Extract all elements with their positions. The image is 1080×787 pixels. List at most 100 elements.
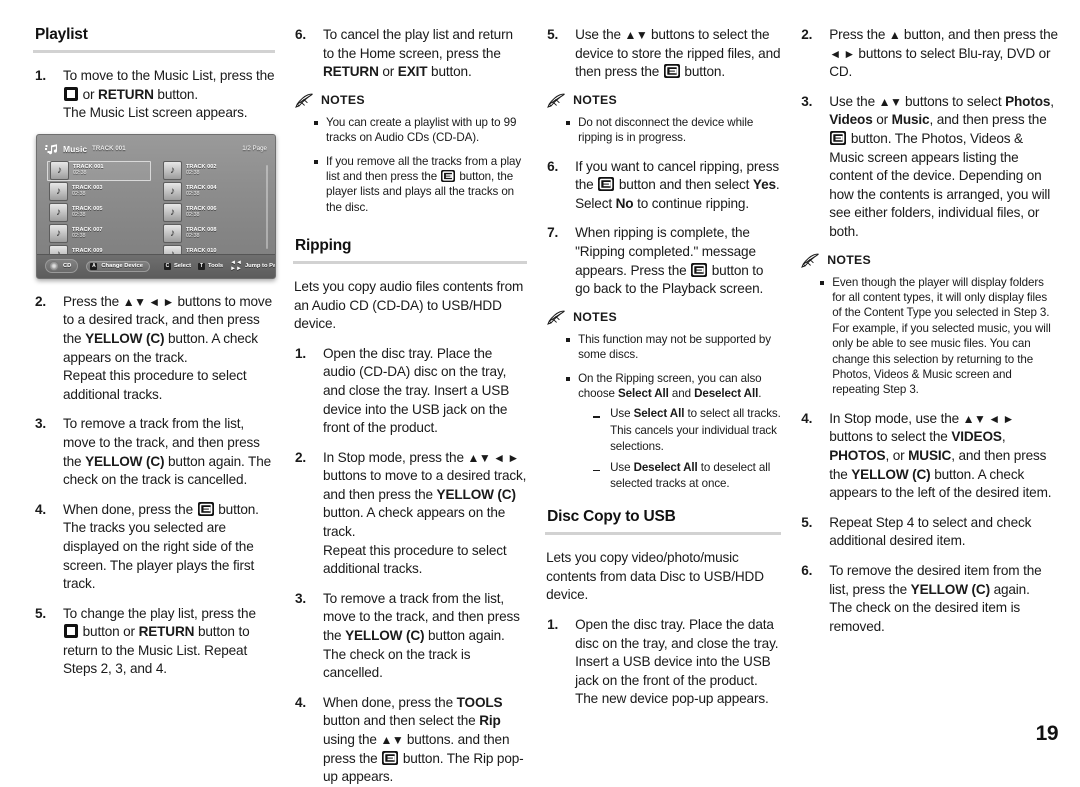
track-row[interactable]: ♪ TRACK 004 02:38	[161, 182, 265, 202]
note-text: and	[668, 386, 695, 400]
step-text: again.	[989, 581, 1030, 597]
notes-list: Do not disconnect the device while rippi…	[547, 115, 781, 146]
tools-label: Tools	[208, 263, 224, 270]
updown-arrows-icon: ▲▼	[878, 94, 902, 109]
stop-button-icon	[64, 86, 78, 101]
ripping-steps: 1. Open the disc tray. Place the audio (…	[293, 345, 527, 787]
bold-term: Select All	[618, 386, 669, 400]
page-columns: Playlist 1. To move to the Music List, p…	[0, 0, 1080, 784]
note-item: Do not disconnect the device while rippi…	[565, 115, 781, 146]
bold-term: YELLOW (C)	[851, 466, 931, 482]
screen-footer-bar: CD A Change Device C Select T Tools ◄◄ ►…	[37, 253, 276, 278]
track-row[interactable]: ♪ TRACK 005 02:38	[47, 203, 151, 223]
step-number: 4.	[295, 694, 307, 710]
step-item: 3. To remove a track from the list, move…	[33, 415, 275, 489]
bold-term: Yes	[752, 177, 776, 193]
bold-term: YELLOW (C)	[436, 486, 516, 502]
step-number: 3.	[295, 590, 307, 606]
dpad-arrows-icon: ▲▼ ◄ ►	[467, 450, 520, 465]
track-time: 02:38	[72, 233, 86, 240]
scrollbar[interactable]	[266, 164, 268, 249]
track-meta: TRACK 008 02:38	[186, 227, 216, 241]
step-item: 5. Use the ▲▼ buttons to select the devi…	[545, 26, 781, 82]
step-item: 1. Open the disc tray. Place the data di…	[545, 616, 781, 709]
step-text: The check on the desired item is removed…	[829, 600, 1021, 634]
step-text: Press the	[63, 293, 123, 309]
step-text: Use the	[575, 27, 625, 42]
track-meta: TRACK 003 02:38	[72, 185, 102, 199]
step-text: or	[79, 86, 99, 102]
jump-label: Jump to Page	[244, 263, 276, 270]
change-device-pill[interactable]: A Change Device	[86, 260, 150, 272]
screen-page-indicator: 1/2 Page	[242, 145, 267, 153]
source-pill[interactable]: CD	[45, 259, 79, 274]
step-text: , or	[885, 447, 909, 463]
leftright-arrows-icon: ◄ ►	[829, 46, 855, 61]
enter-button-icon	[441, 170, 456, 182]
step-text: button and then select the	[323, 713, 480, 729]
disc-copy-steps-cont: 2. Press the ▲ button, and then press th…	[799, 26, 1058, 242]
note-text: Use	[610, 460, 634, 474]
step-number: 2.	[35, 293, 47, 309]
note-sublist: Use Select All to select all tracks. Thi…	[578, 406, 781, 492]
step-text: Use the	[829, 93, 879, 109]
notes-block: NOTES This function may not be supported…	[547, 310, 781, 493]
step-text: buttons to select	[901, 93, 1006, 109]
track-meta: TRACK 005 02:38	[72, 206, 102, 220]
disc-copy-steps-cont2: 4. In Stop mode, use the ▲▼ ◄ ► buttons …	[799, 410, 1058, 637]
step-text: In Stop mode, press the	[323, 449, 468, 465]
track-time: 02:38	[186, 170, 200, 177]
track-time: 02:38	[72, 191, 86, 198]
ripping-steps-cont: 5. Use the ▲▼ buttons to select the devi…	[545, 26, 781, 82]
track-row[interactable]: ♪ TRACK 001 02:38	[47, 160, 151, 181]
track-row[interactable]: ♪ TRACK 002 02:38	[161, 161, 265, 181]
step-text: button and then select	[615, 177, 753, 193]
step-text: When done, press the	[63, 501, 197, 517]
skip-icons: ◄◄ ►►	[230, 260, 242, 273]
pencil-icon	[801, 253, 820, 268]
step-item: 4. When done, press the TOOLS button and…	[293, 694, 527, 787]
step-number: 4.	[35, 501, 47, 517]
track-meta: TRACK 007 02:38	[72, 227, 102, 241]
tools-hint: T Tools	[198, 262, 224, 270]
notes-header: NOTES	[295, 93, 527, 108]
bold-term: YELLOW (C)	[345, 628, 425, 644]
note-subitem: Use Deselect All to deselect all selecte…	[590, 460, 781, 493]
music-note-icon: ♪	[163, 161, 182, 181]
music-note-icon: ♪	[163, 203, 182, 223]
note-text: .	[758, 386, 762, 400]
manual-page: Playlist 1. To move to the Music List, p…	[0, 0, 1080, 784]
playlist-steps-cont: 2. Press the ▲▼ ◄ ► buttons to move to a…	[33, 293, 275, 679]
step-number: 2.	[295, 449, 307, 465]
track-row[interactable]: ♪ TRACK 007 02:38	[47, 224, 151, 244]
step-text: Repeat Step 4 to select and check additi…	[829, 514, 1032, 549]
enter-button-icon	[691, 262, 708, 277]
key-tools-icon: T	[198, 262, 206, 270]
step-text: button or	[79, 624, 139, 640]
track-row[interactable]: ♪ TRACK 008 02:38	[161, 224, 265, 244]
notes-block: NOTES Do not disconnect the device while…	[547, 93, 781, 146]
step-item: 4. When done, press the button. The trac…	[33, 501, 275, 594]
step-text: ,	[1001, 429, 1006, 445]
track-row[interactable]: ♪ TRACK 003 02:38	[47, 182, 151, 202]
playlist-steps: 1. To move to the Music List, press the …	[33, 67, 275, 123]
step-text: buttons to select Blu-ray, DVD or CD.	[829, 45, 1051, 80]
updown-arrows-icon: ▲▼	[624, 28, 648, 42]
playlist-steps-end: 6. To cancel the play list and return to…	[293, 26, 527, 82]
bold-term: RETURN	[323, 64, 379, 80]
note-item: If you remove all the tracks from a play…	[313, 154, 527, 216]
enter-button-icon	[598, 177, 615, 192]
track-row[interactable]: ♪ TRACK 006 02:38	[161, 203, 265, 223]
note-text: Use	[610, 407, 634, 421]
stop-button-icon	[64, 624, 78, 639]
bold-term: No	[615, 195, 634, 211]
select-hint: C Select	[163, 262, 191, 270]
bold-term: Select All	[633, 407, 685, 421]
dpad-arrows-icon: ▲▼ ◄ ►	[962, 411, 1015, 426]
step-item: 2. In Stop mode, press the ▲▼ ◄ ► button…	[293, 449, 527, 579]
column-3: 5. Use the ▲▼ buttons to select the devi…	[545, 26, 799, 706]
notes-label: NOTES	[573, 310, 617, 325]
step-item: 3. To remove a track from the list, move…	[293, 590, 527, 683]
step-text: Repeat this procedure to select addition…	[63, 368, 247, 402]
bold-term: Deselect All	[694, 386, 759, 400]
